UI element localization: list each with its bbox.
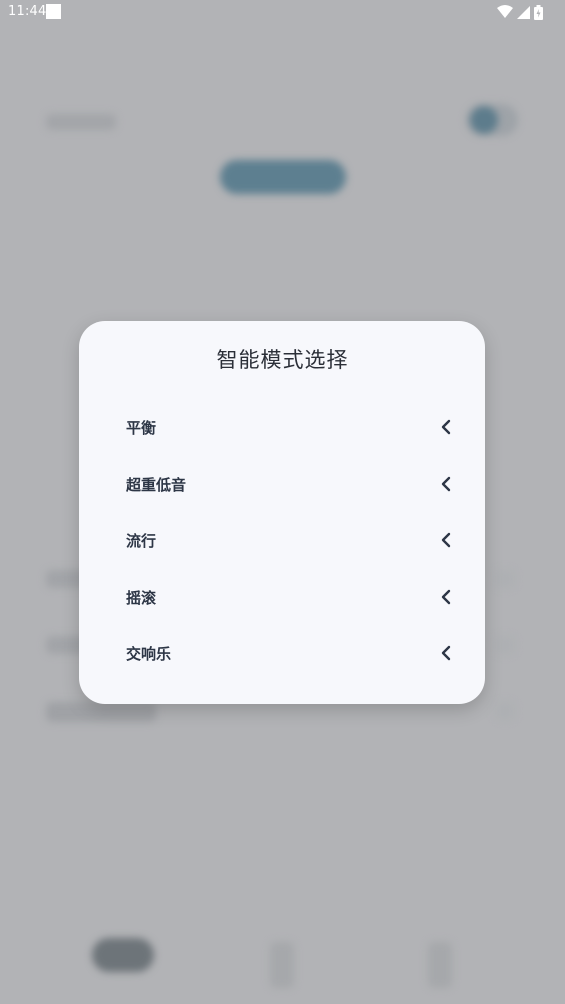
chevron-left-icon — [441, 532, 451, 548]
chevron-left-icon — [441, 589, 451, 605]
chevron-left-icon — [441, 476, 451, 492]
bg-pill-button — [220, 160, 346, 194]
bg-nav-item-3 — [428, 942, 452, 988]
bg-nav-active — [92, 938, 154, 972]
dialog-title: 智能模式选择 — [216, 348, 349, 372]
chevron-left-icon — [441, 419, 451, 435]
bg-nav-item-2 — [270, 942, 294, 988]
mode-item-rock[interactable]: 摇滚 — [108, 575, 458, 619]
mode-label: 交响乐 — [126, 644, 172, 663]
bg-row-3 — [46, 702, 156, 722]
mode-label: 平衡 — [126, 418, 157, 437]
mode-item-symphony[interactable]: 交响乐 — [108, 631, 458, 675]
mode-label: 摇滚 — [126, 588, 157, 607]
mode-label: 流行 — [126, 531, 157, 550]
chevron-left-icon — [441, 645, 451, 661]
mode-item-pop[interactable]: 流行 — [108, 518, 458, 562]
mode-item-balanced[interactable]: 平衡 — [108, 405, 458, 449]
bg-row-chev-2 — [495, 636, 515, 654]
bg-row-chev-1 — [495, 570, 515, 588]
bg-toggle-knob — [470, 106, 498, 134]
bg-header-text — [46, 114, 116, 130]
bg-row-chev-3 — [495, 702, 515, 720]
mode-item-super-bass[interactable]: 超重低音 — [108, 462, 458, 506]
mode-label: 超重低音 — [126, 475, 187, 494]
